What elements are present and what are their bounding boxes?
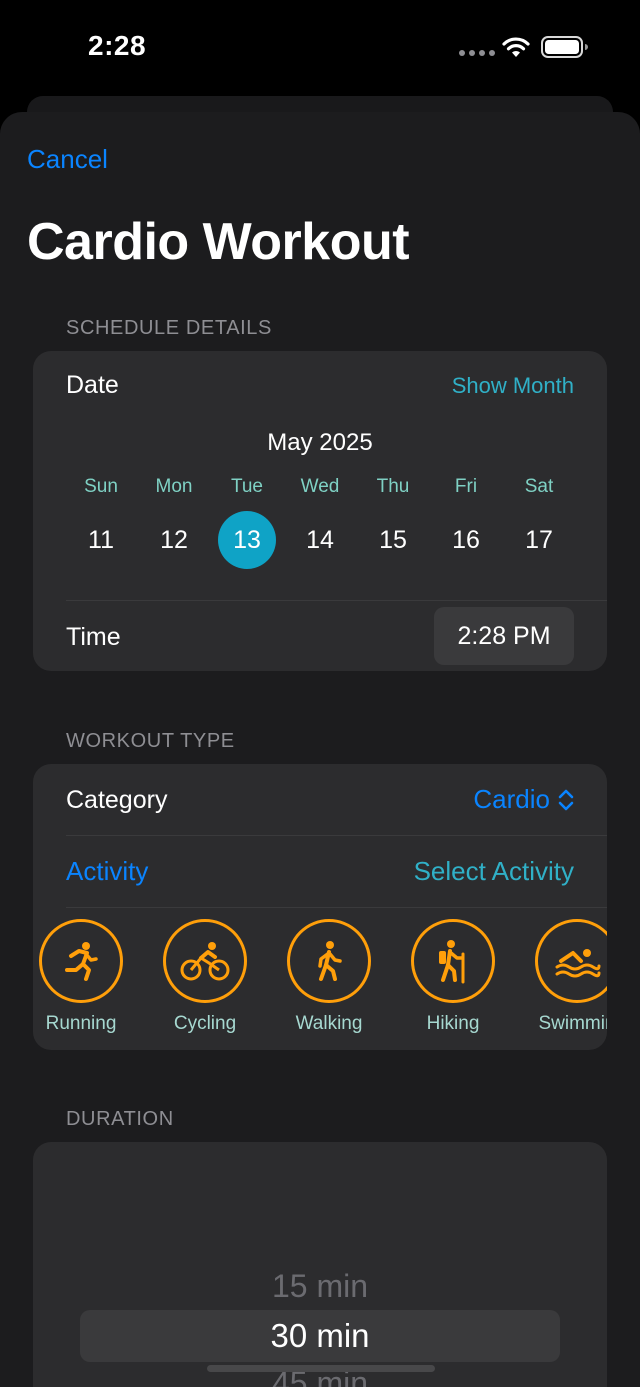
duration-option-selected[interactable]: 30 min: [33, 1317, 607, 1355]
calendar-day[interactable]: 15: [364, 511, 422, 569]
divider: [66, 907, 607, 908]
activity-label: Hiking: [426, 1013, 480, 1034]
weekday-mon: Mon: [155, 476, 193, 497]
page-title: Cardio Workout: [27, 213, 410, 271]
weekday-sun: Sun: [84, 476, 118, 497]
category-picker[interactable]: Cardio: [473, 784, 574, 815]
screen: 2:28 Cancel Cardio Workout SCHEDULE DETA…: [0, 0, 640, 1387]
workout-type-section-header: WORKOUT TYPE: [66, 730, 235, 752]
walking-icon: [318, 941, 342, 981]
schedule-section-header: SCHEDULE DETAILS: [66, 317, 272, 339]
activity-walking[interactable]: Walking: [274, 919, 384, 1035]
date-label: Date: [66, 371, 119, 399]
running-icon: [65, 942, 98, 981]
duration-section-header: DURATION: [66, 1108, 174, 1130]
cellular-signal-icon: [459, 50, 495, 56]
calendar-day[interactable]: 14: [291, 511, 349, 569]
activity-label: Swimmin: [538, 1013, 607, 1034]
workout-type-card: Category Cardio Activity Select Activity: [33, 764, 607, 1050]
battery-icon: [541, 36, 588, 58]
cancel-button[interactable]: Cancel: [27, 144, 108, 175]
activity-hiking[interactable]: Hiking: [398, 919, 508, 1035]
scroll-indicator: [207, 1365, 435, 1372]
workout-sheet: Cancel Cardio Workout SCHEDULE DETAILS D…: [0, 112, 640, 1387]
activity-label: Running: [45, 1013, 117, 1034]
calendar-day[interactable]: 17: [510, 511, 568, 569]
status-time: 2:28: [88, 30, 147, 61]
weekday-fri: Fri: [454, 476, 478, 497]
activity-label: Cycling: [173, 1013, 237, 1034]
duration-option[interactable]: 15 min: [33, 1268, 607, 1305]
select-activity-button[interactable]: Select Activity: [414, 856, 574, 887]
month-title: May 2025: [267, 429, 373, 456]
divider: [66, 835, 607, 836]
time-picker-button[interactable]: 2:28 PM: [434, 607, 574, 665]
weekday-tue: Tue: [230, 476, 264, 497]
divider: [66, 600, 607, 601]
time-label: Time: [66, 623, 121, 651]
schedule-card: Date Show Month May 2025 Sun Mon Tue Wed…: [33, 351, 607, 671]
show-month-button[interactable]: Show Month: [452, 373, 574, 399]
weekday-wed: Wed: [300, 476, 340, 497]
swimming-icon: [555, 949, 601, 978]
calendar-day[interactable]: 16: [437, 511, 495, 569]
weekday-sat: Sat: [524, 476, 554, 497]
calendar-day[interactable]: 12: [145, 511, 203, 569]
duration-picker[interactable]: 15 min 30 min 45 min: [33, 1142, 607, 1387]
category-label: Category: [66, 786, 168, 814]
activity-button[interactable]: Activity: [66, 856, 148, 887]
chevron-up-down-icon: [558, 789, 574, 810]
activity-swimming[interactable]: Swimmin: [522, 919, 607, 1035]
category-value: Cardio: [473, 784, 550, 814]
activity-label: Walking: [295, 1013, 363, 1034]
cycling-icon: [180, 942, 230, 981]
activity-running[interactable]: Running: [33, 919, 136, 1035]
hiking-icon: [439, 940, 465, 984]
weekday-thu: Thu: [376, 476, 410, 497]
wifi-icon: [502, 37, 530, 57]
calendar-day[interactable]: 11: [72, 511, 130, 569]
status-bar: 2:28: [0, 0, 640, 96]
activity-cycling[interactable]: Cycling: [150, 919, 260, 1035]
calendar-day-selected[interactable]: 13: [218, 511, 276, 569]
